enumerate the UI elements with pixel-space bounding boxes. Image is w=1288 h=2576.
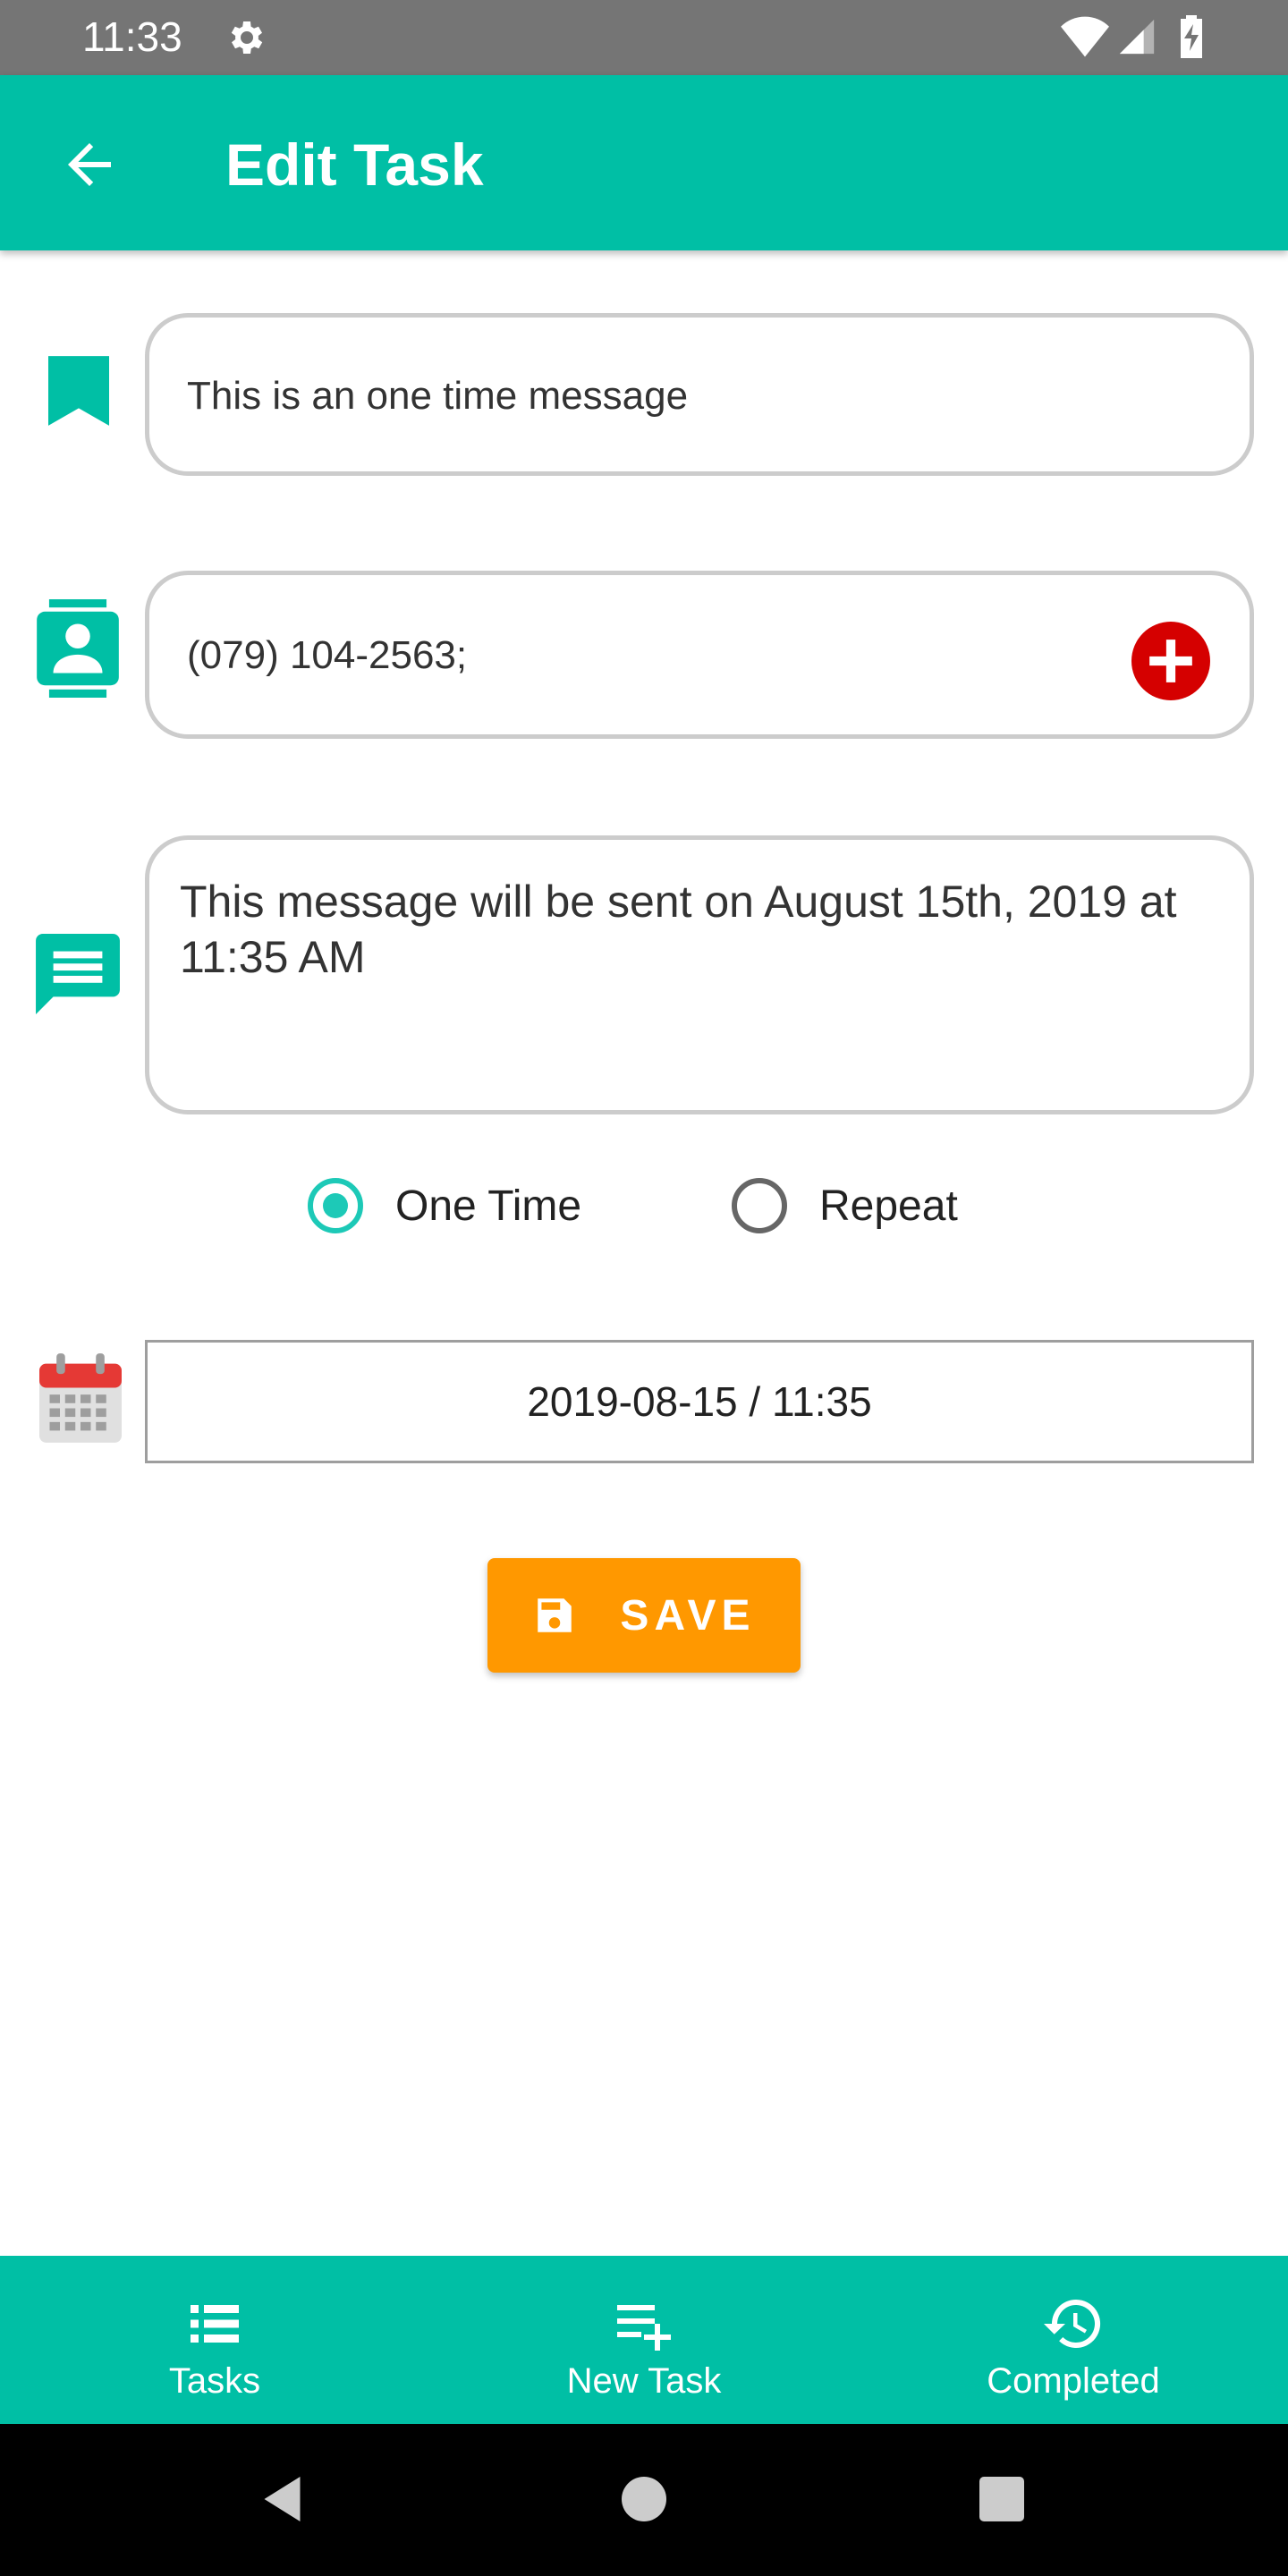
radio-one-time-label: One Time [395,1182,582,1230]
nav-tasks[interactable]: Tasks [0,2256,429,2424]
status-bar: 11:33 [0,0,1288,75]
radio-repeat[interactable]: Repeat [732,1174,958,1238]
contacts-input[interactable] [185,623,1083,688]
settings-gear-icon [231,21,263,54]
battery-charging-icon [1181,15,1202,58]
floppy-save-icon [538,1598,572,1632]
radio-unselected-indicator[interactable] [732,1178,787,1233]
contacts-field [145,571,1254,739]
playlist-add-icon [617,2305,671,2351]
radio-selected-indicator[interactable] [308,1178,363,1233]
list-icon [191,2305,239,2343]
history-icon [1044,2299,1101,2348]
nav-tasks-label: Tasks [168,2361,261,2401]
message-icon [36,934,120,1014]
task-name-input[interactable] [185,364,1173,428]
cell-signal-icon [1119,19,1155,55]
save-button-label: SAVE [620,1591,756,1640]
back-arrow-icon[interactable] [57,132,122,197]
system-recents-icon[interactable] [975,2472,1029,2526]
add-contact-plus-icon[interactable] [1131,622,1210,700]
radio-repeat-label: Repeat [819,1182,958,1230]
bookmark-icon [48,356,109,426]
nav-new-task[interactable]: New Task [429,2256,859,2424]
app-bar: Edit Task [0,75,1288,250]
radio-one-time[interactable]: One Time [308,1174,581,1238]
message-textarea[interactable]: This message will be sent on August 15th… [178,872,1219,1090]
status-time: 11:33 [82,13,182,60]
wifi-icon [1061,16,1109,57]
system-home-icon[interactable] [617,2472,671,2526]
calendar-icon [39,1353,122,1443]
system-back-icon[interactable] [258,2472,311,2526]
save-button[interactable]: SAVE [487,1558,801,1673]
system-navigation-bar [0,2424,1288,2576]
message-field: This message will be sent on August 15th… [145,835,1254,1114]
nav-completed-label: Completed [987,2361,1160,2401]
datetime-picker[interactable]: 2019-08-15 / 11:35 [145,1340,1254,1463]
nav-new-task-label: New Task [566,2361,722,2401]
bottom-navigation: Tasks New Task Completed [0,2256,1288,2424]
task-name-field [145,313,1254,476]
page-title: Edit Task [225,131,484,198]
nav-completed[interactable]: Completed [859,2256,1288,2424]
contact-card-icon [37,599,119,698]
